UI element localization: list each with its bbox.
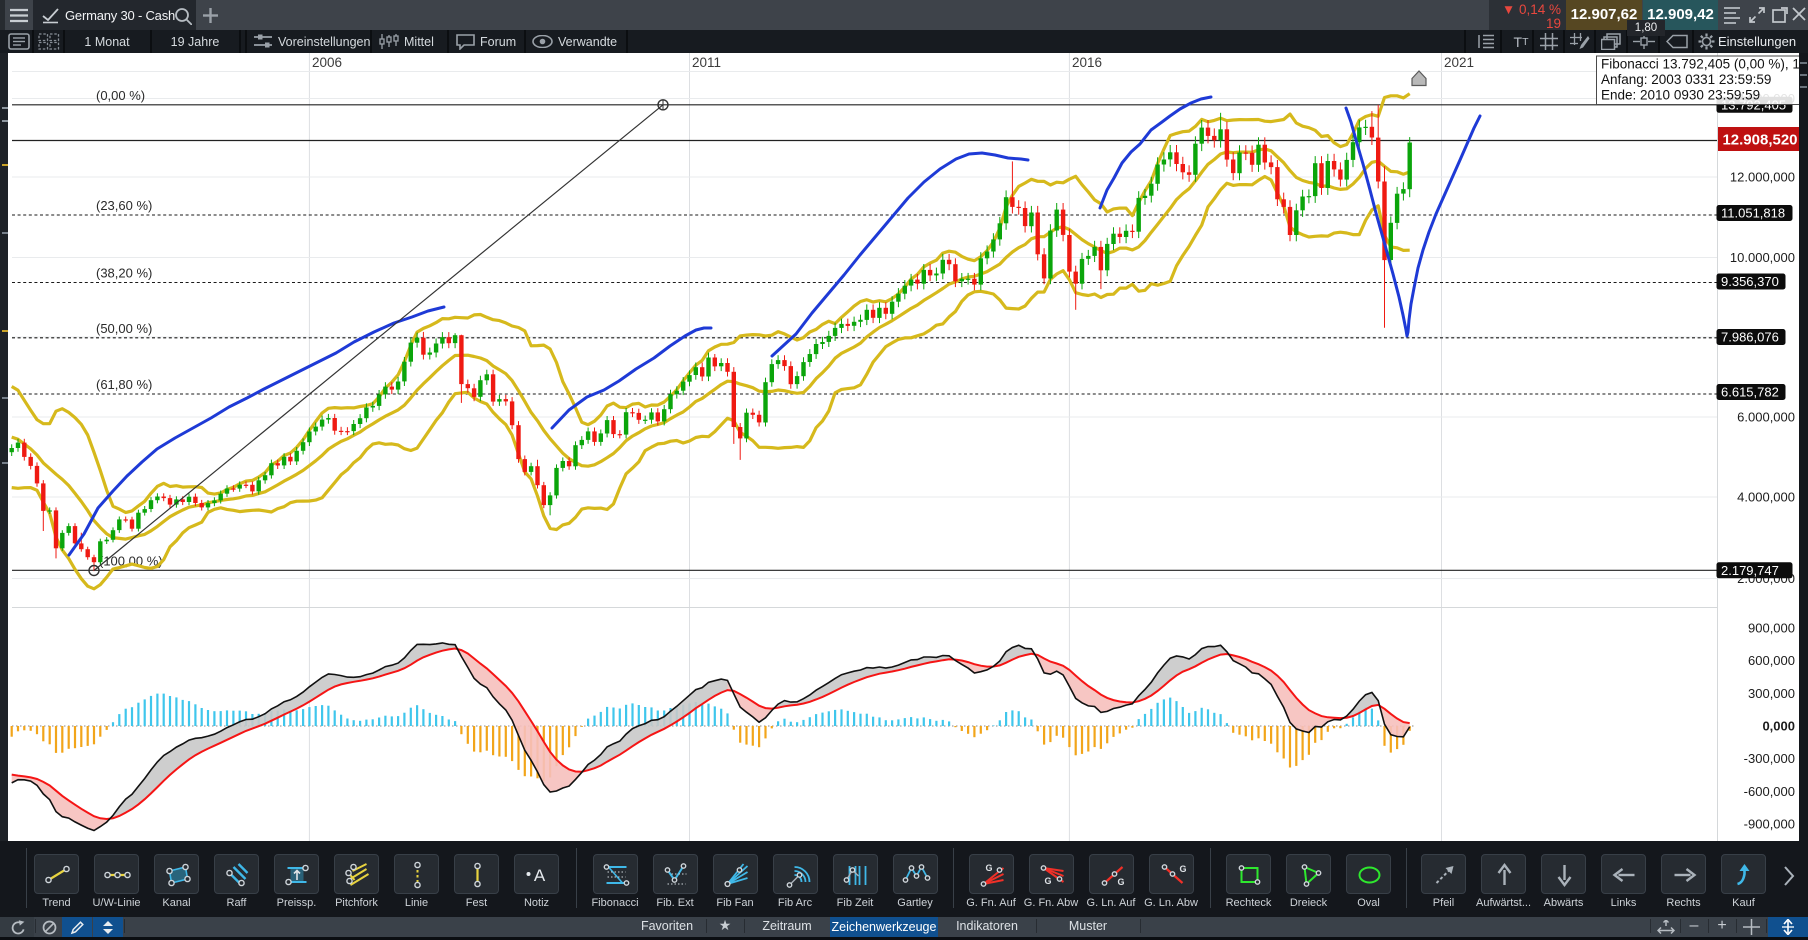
svg-text:-600,000: -600,000 [1744,784,1795,799]
svg-text:G: G [985,863,992,873]
svg-text:11.051,818: 11.051,818 [1721,206,1785,221]
svg-text:G: G [1044,876,1051,886]
svg-text:2.179,747: 2.179,747 [1721,563,1779,578]
svg-text:12.000,000: 12.000,000 [1730,170,1795,185]
svg-text:7.986,076: 7.986,076 [1721,330,1779,345]
svg-text:G: G [1117,877,1124,887]
svg-text:9.356,370: 9.356,370 [1721,274,1779,289]
svg-text:(0,00 %): (0,00 %) [96,88,145,103]
svg-text:2016: 2016 [1072,55,1102,70]
svg-text:2006: 2006 [312,55,342,70]
svg-text:-900,000: -900,000 [1744,817,1795,832]
svg-text:10.000,000: 10.000,000 [1730,250,1795,265]
svg-text:G: G [1179,864,1186,874]
svg-text:4.000,000: 4.000,000 [1737,490,1795,505]
svg-text:6.615,782: 6.615,782 [1721,385,1779,400]
svg-text:Anfang: 2003 0331 23:59:59: Anfang: 2003 0331 23:59:59 [1601,72,1771,87]
svg-text:Fibonacci 13.792,405 (0,00 %),: Fibonacci 13.792,405 (0,00 %), 1 [1601,57,1800,72]
svg-text:A: A [534,866,546,885]
svg-text:(23,60 %): (23,60 %) [96,198,152,213]
svg-text:(38,20 %): (38,20 %) [96,266,152,281]
svg-text:6.000,000: 6.000,000 [1737,410,1795,425]
svg-text:2021: 2021 [1444,55,1474,70]
svg-text:900,000: 900,000 [1748,620,1795,635]
svg-text:-300,000: -300,000 [1744,751,1795,766]
svg-text:0,000: 0,000 [1762,719,1795,734]
svg-text:300,000: 300,000 [1748,686,1795,701]
svg-text:(50,00 %): (50,00 %) [96,321,152,336]
svg-text:600,000: 600,000 [1748,653,1795,668]
svg-text:(61,80 %): (61,80 %) [96,377,152,392]
svg-text:2011: 2011 [692,55,721,70]
svg-text:12.908,520: 12.908,520 [1722,132,1797,149]
svg-text:Ende: 2010 0930 23:59:59: Ende: 2010 0930 23:59:59 [1601,88,1760,103]
